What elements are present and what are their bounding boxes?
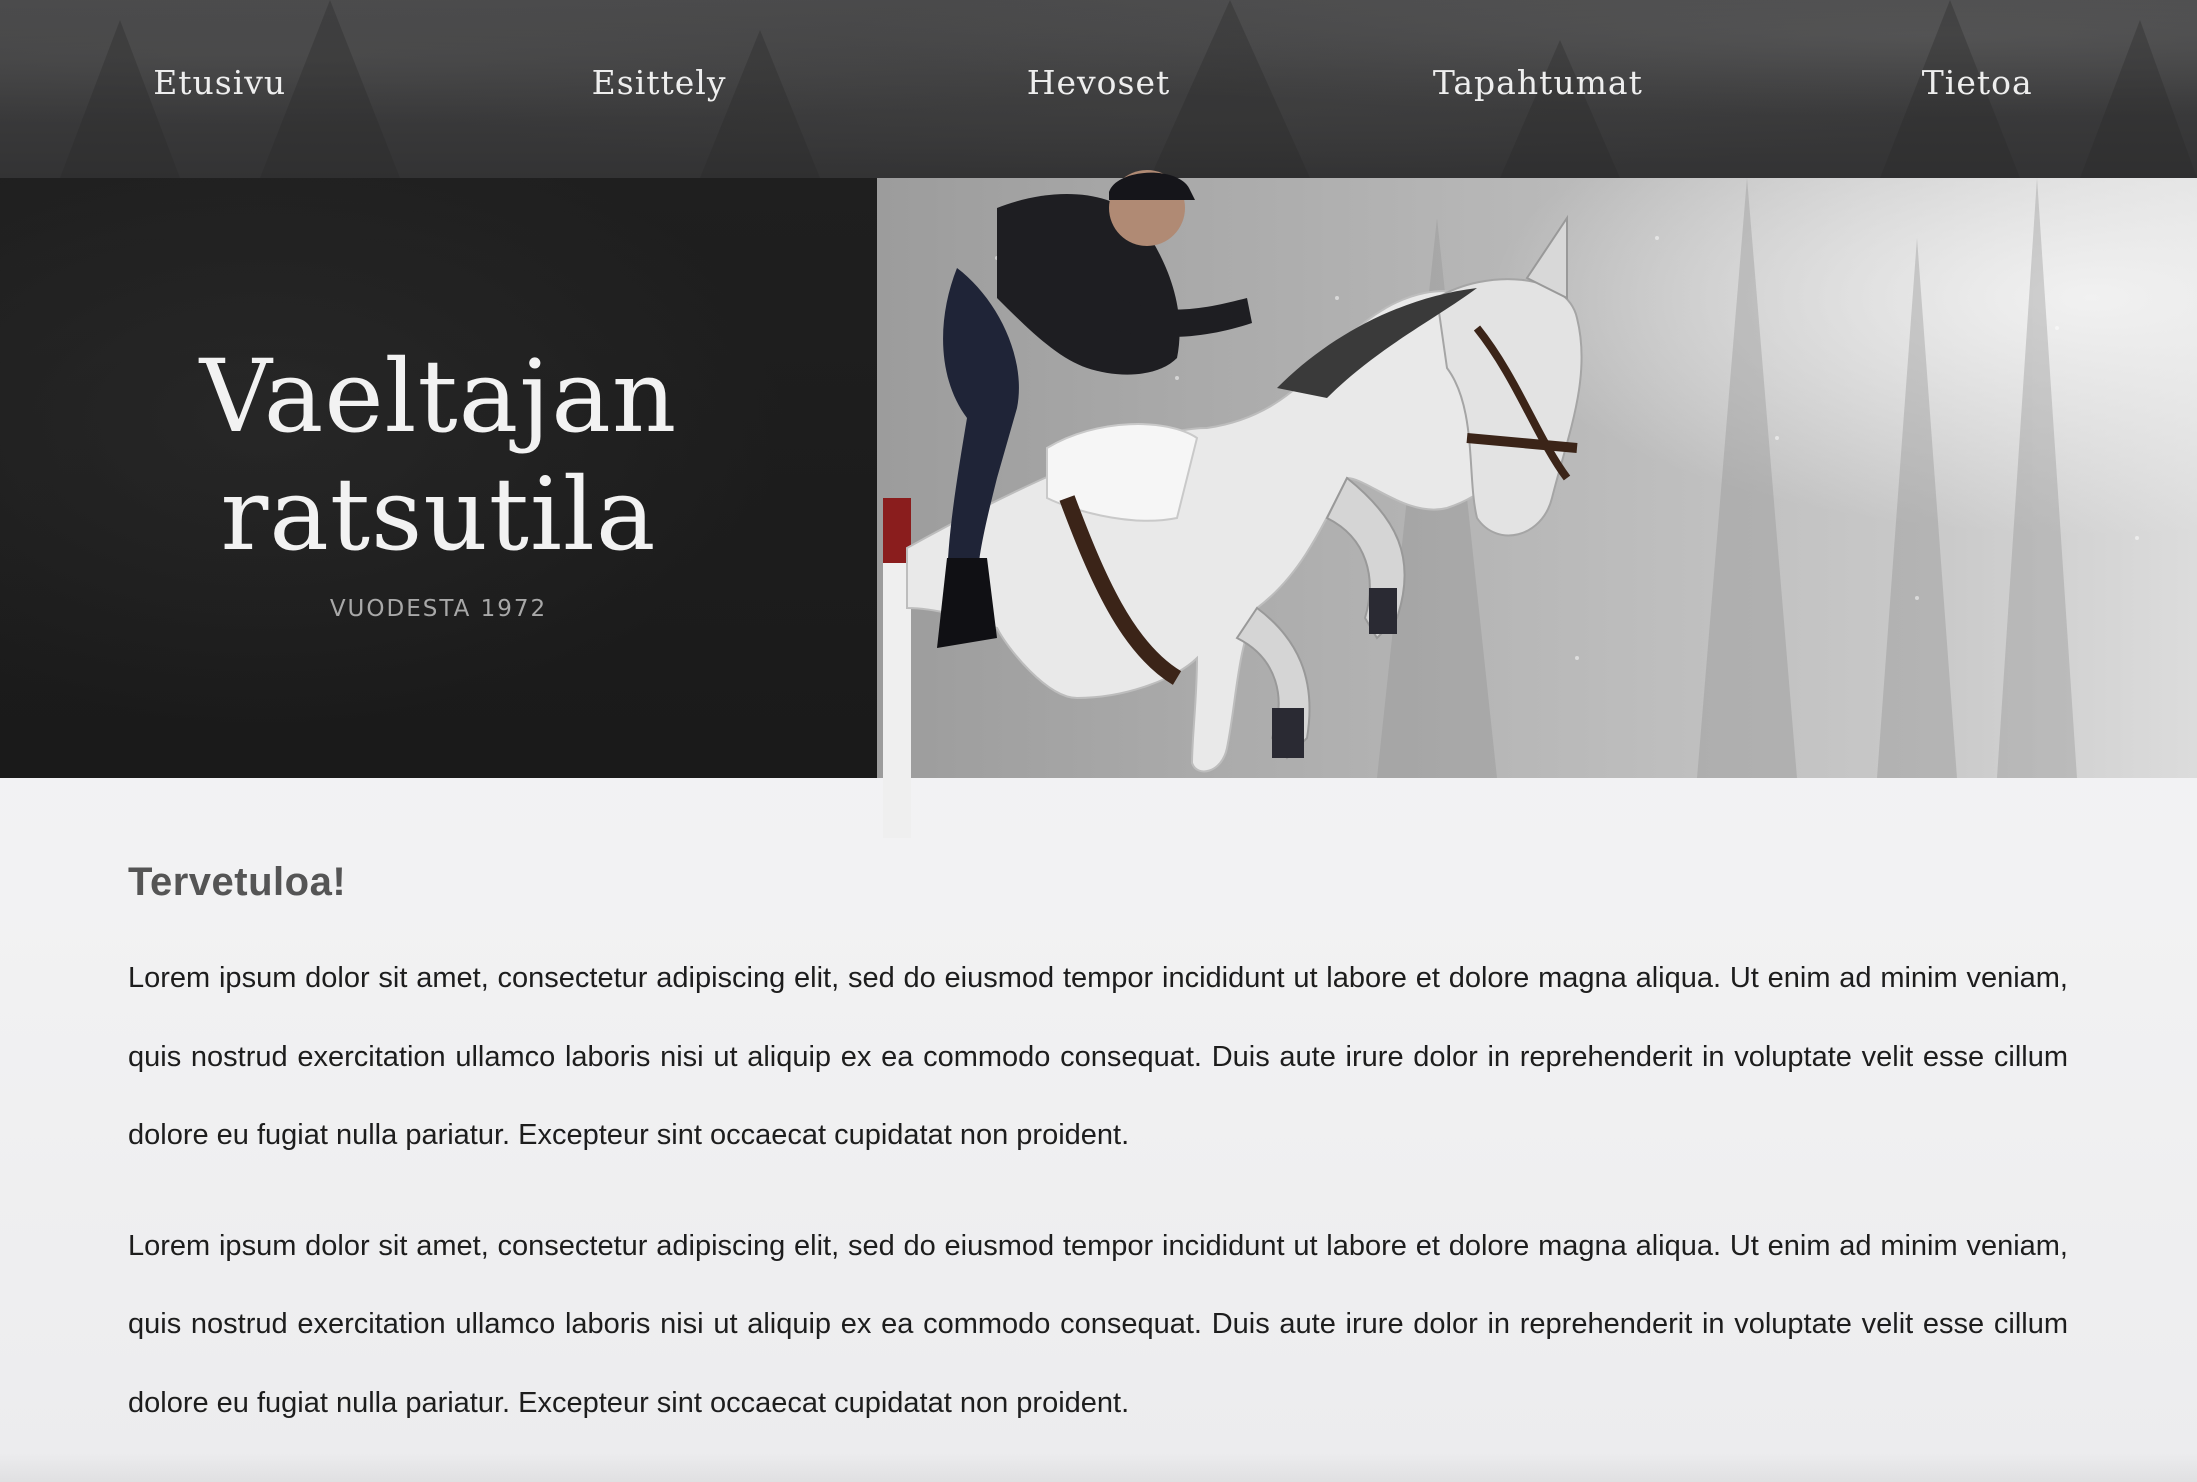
intro-paragraph-1: Lorem ipsum dolor sit amet, consectetur … <box>128 962 2068 1151</box>
nav-menu: Etusivu Esittely Hevoset Tapahtumat Tiet… <box>0 0 2197 178</box>
rider-jumping-horse-image <box>883 170 1583 838</box>
bottom-shadow <box>0 1452 2197 1482</box>
site-title-line-1: Vaeltajan <box>199 338 678 455</box>
site-title-line-2: ratsutila <box>220 456 657 573</box>
hero-title-panel: Vaeltajan ratsutila VUODESTA 1972 <box>0 178 877 778</box>
nav-item-esittely[interactable]: Esittely <box>439 63 878 116</box>
nav-item-hevoset[interactable]: Hevoset <box>879 63 1318 116</box>
nav-item-tietoa[interactable]: Tietoa <box>1758 63 2197 116</box>
site-subtitle: VUODESTA 1972 <box>329 596 548 622</box>
intro-paragraph-2: Lorem ipsum dolor sit amet, consectetur … <box>128 1229 2068 1419</box>
page: Etusivu Esittely Hevoset Tapahtumat Tiet… <box>0 0 2197 1482</box>
top-navigation: Etusivu Esittely Hevoset Tapahtumat Tiet… <box>0 0 2197 178</box>
site-title: Vaeltajan ratsutila <box>0 338 877 574</box>
main-content: Tervetuloa! Lorem ipsum dolor sit amet, … <box>128 860 2068 1474</box>
nav-item-tapahtumat[interactable]: Tapahtumat <box>1318 63 1757 116</box>
nav-item-etusivu[interactable]: Etusivu <box>0 63 439 116</box>
welcome-heading: Tervetuloa! <box>128 860 347 904</box>
